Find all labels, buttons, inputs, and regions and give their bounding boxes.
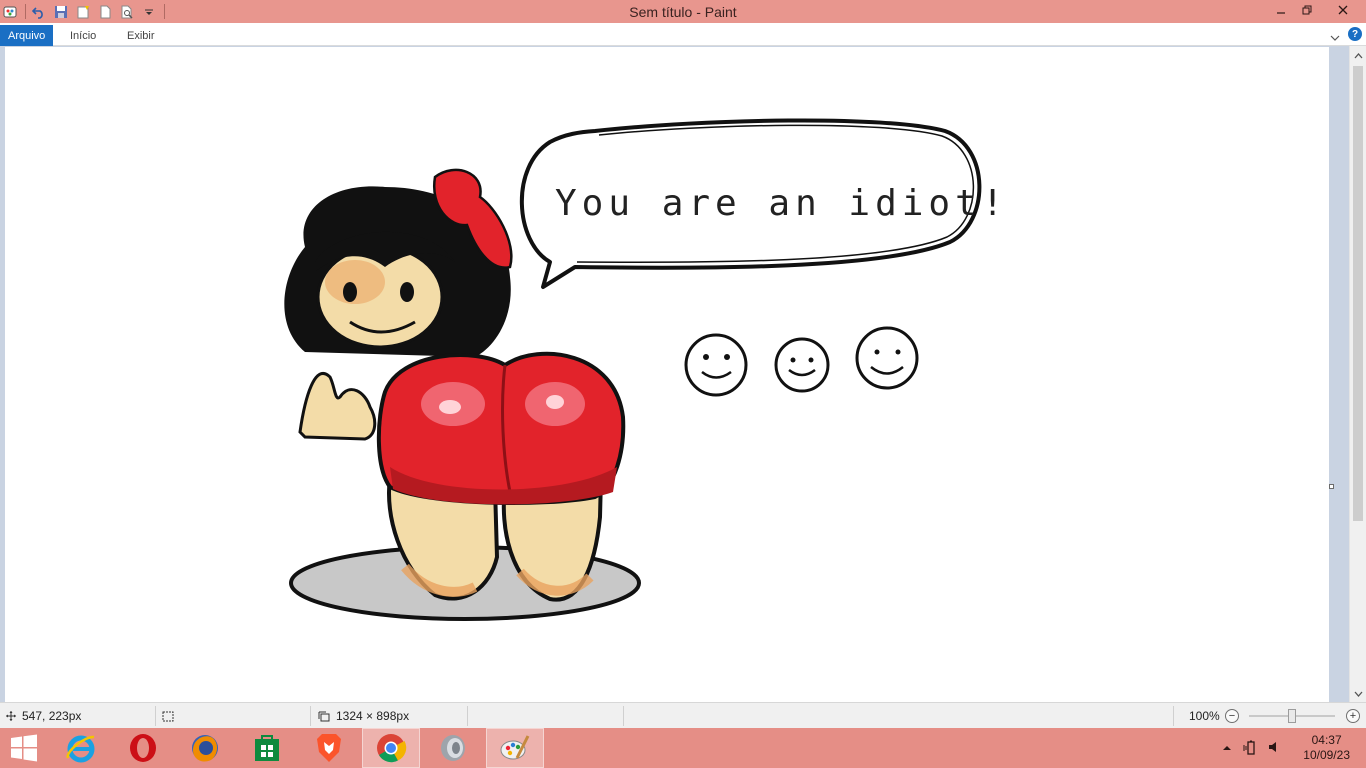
restore-icon[interactable] [1294,0,1320,20]
smiley-face-3 [855,326,919,390]
taskbar-opera[interactable] [114,728,172,768]
tab-arquivo[interactable]: Arquivo [0,25,54,46]
status-divider [155,706,156,726]
paint-icon [500,735,530,760]
taskbar-speaker-app[interactable] [424,728,482,768]
cursor-position-text: 547, 223px [22,709,82,723]
selection-size [162,703,174,729]
tab-inicio[interactable]: Início [62,25,104,46]
smiley-face-1 [684,333,748,397]
image-size-icon [318,711,330,722]
status-divider [1173,706,1174,726]
canvas-resize-handle[interactable] [1329,484,1334,489]
window-controls [1268,0,1366,23]
taskbar-brave[interactable] [300,728,358,768]
taskbar-firefox[interactable] [176,728,234,768]
window-title: Sem título - Paint [629,4,737,20]
minimize-icon[interactable] [1268,0,1294,20]
expand-ribbon-icon[interactable] [1330,29,1340,47]
status-divider [310,706,311,726]
taskbar-internet-explorer[interactable] [52,728,110,768]
paint-window: Sem título - Paint Arquivo Início Exibir… [0,0,1366,768]
ribbon-tabs: Arquivo Início Exibir ? [0,23,1366,46]
scrollbar-thumb[interactable] [1353,66,1363,521]
clock-time: 04:37 [1311,733,1342,747]
firefox-icon [192,735,218,762]
battery-power-icon[interactable] [1243,740,1259,761]
selection-icon [162,711,174,722]
system-clock[interactable]: 04:37 10/09/23 [1303,733,1350,763]
taskbar-store[interactable] [238,728,296,768]
cursor-move-icon [6,711,16,721]
internet-explorer-icon [66,735,95,763]
tab-exibir[interactable]: Exibir [119,25,163,46]
speaker-app-icon [441,735,465,761]
status-divider [467,706,468,726]
opera-icon [130,734,156,762]
speech-text: You are an idiot! [555,183,1008,224]
zoom-out-button[interactable]: − [1225,709,1239,723]
taskbar-chrome[interactable] [362,728,420,768]
volume-icon[interactable] [1268,740,1282,759]
speech-bubble: You are an idiot! [519,118,1008,289]
title-bar: Sem título - Paint [0,0,1366,23]
taskbar-paint[interactable] [486,728,544,768]
status-divider [623,706,624,726]
vertical-scrollbar[interactable] [1349,46,1366,702]
scroll-down-icon[interactable] [1350,686,1366,702]
status-bar: 547, 223px 1324 × 898px 100% − + [0,702,1366,728]
chrome-icon [377,734,407,763]
drawing-canvas[interactable]: You are an idiot! [5,47,1329,702]
taskbar: 04:37 10/09/23 [0,728,1366,768]
zoom-level: 100% [1189,709,1220,723]
close-icon[interactable] [1320,0,1366,20]
zoom-slider-thumb[interactable] [1288,709,1296,723]
zoom-in-button[interactable]: + [1346,709,1360,723]
smiley-face-2 [774,337,830,393]
image-size-text: 1324 × 898px [336,709,410,723]
scroll-up-icon[interactable] [1350,48,1366,64]
image-size: 1324 × 898px [318,703,409,729]
workspace: You are an idiot! [0,46,1366,702]
brave-icon [317,734,341,762]
help-icon[interactable]: ? [1348,27,1362,41]
cursor-position: 547, 223px [6,703,81,729]
clock-date: 10/09/23 [1303,748,1350,762]
show-hidden-icons-icon[interactable] [1222,740,1232,758]
windows-logo-icon [11,734,37,762]
store-icon [255,735,279,761]
start-button[interactable] [0,728,48,768]
